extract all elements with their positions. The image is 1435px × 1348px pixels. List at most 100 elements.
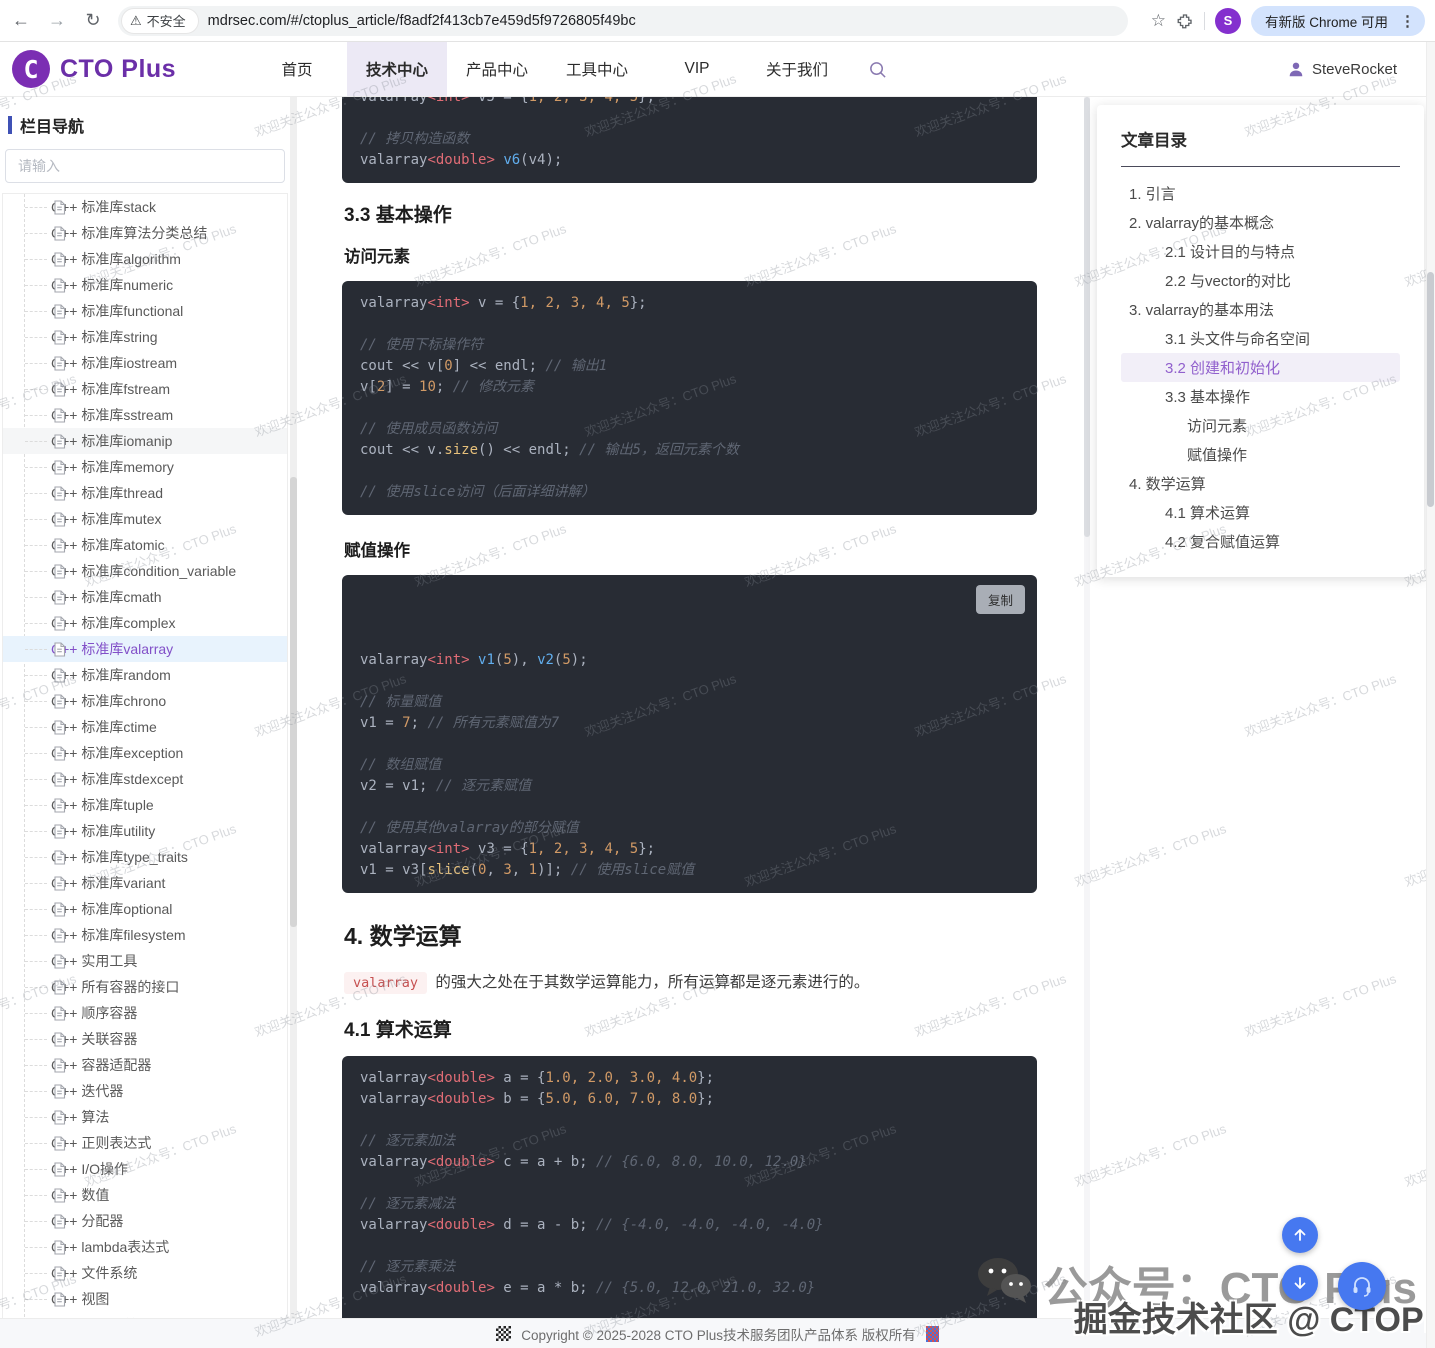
sidebar-item[interactable]: C++ 标准库condition_variable: [3, 558, 287, 584]
sidebar-item[interactable]: C++ 容器适配器: [3, 1052, 287, 1078]
nav-item-产品中心[interactable]: 产品中心: [447, 42, 547, 96]
back-icon[interactable]: ←: [6, 6, 36, 36]
sidebar-item[interactable]: C++ 标准库variant: [3, 870, 287, 896]
sidebar-item[interactable]: C++ 标准库utility: [3, 818, 287, 844]
sidebar-item[interactable]: C++ 标准库numeric: [3, 272, 287, 298]
profile-avatar[interactable]: S: [1215, 8, 1241, 34]
site-logo[interactable]: C CTO Plus: [12, 50, 222, 88]
nav-item-首页[interactable]: 首页: [247, 42, 347, 96]
toc-item[interactable]: 3. valarray的基本用法: [1121, 295, 1400, 324]
sidebar-item[interactable]: C++ 标准库exception: [3, 740, 287, 766]
toc-item[interactable]: 2.1 设计目的与特点: [1121, 237, 1400, 266]
url-text[interactable]: mdrsec.com/#/ctoplus_article/f8adf2f413c…: [208, 13, 636, 29]
sidebar-scrollbar-thumb[interactable]: [290, 477, 297, 927]
sidebar-item[interactable]: C++ 所有容器的接口: [3, 974, 287, 1000]
copy-code-button[interactable]: 复制: [976, 585, 1025, 614]
sidebar-item[interactable]: C++ 标准库chrono: [3, 688, 287, 714]
nav-item-技术中心[interactable]: 技术中心: [347, 42, 447, 96]
sidebar-item[interactable]: C++ 算法: [3, 1104, 287, 1130]
sidebar-item[interactable]: C++ 标准库functional: [3, 298, 287, 324]
toc-item[interactable]: 3.1 头文件与命名空间: [1121, 324, 1400, 353]
sidebar-item[interactable]: C++ 标准库random: [3, 662, 287, 688]
article-scrollbar-thumb[interactable]: [1084, 97, 1090, 537]
sidebar-item[interactable]: C++ 迭代器: [3, 1078, 287, 1104]
title-accent-bar: [8, 116, 12, 134]
chrome-update-chip[interactable]: 有新版 Chrome 可用 ⋮: [1251, 6, 1425, 36]
document-icon: [53, 1006, 66, 1024]
toc-item[interactable]: 4. 数学运算: [1121, 469, 1400, 498]
article-scrollbar[interactable]: [1084, 97, 1090, 1318]
headset-icon: [1350, 1274, 1374, 1298]
sidebar-search-input[interactable]: [5, 149, 285, 183]
page-scrollbar-thumb[interactable]: [1427, 272, 1434, 507]
nav-item-关于我们[interactable]: 关于我们: [747, 42, 847, 96]
toc-item[interactable]: 2.2 与vector的对比: [1121, 266, 1400, 295]
sidebar-item[interactable]: C++ lambda表达式: [3, 1234, 287, 1260]
document-icon: [53, 278, 66, 296]
sidebar-item[interactable]: C++ 标准库atomic: [3, 532, 287, 558]
header-search-button[interactable]: [847, 60, 907, 79]
sidebar-item[interactable]: C++ 文件系统: [3, 1260, 287, 1286]
sidebar-item[interactable]: C++ 标准库fstream: [3, 376, 287, 402]
sidebar-item[interactable]: C++ 数值: [3, 1182, 287, 1208]
sidebar-item[interactable]: C++ 标准库memory: [3, 454, 287, 480]
sidebar-item[interactable]: C++ 分配器: [3, 1208, 287, 1234]
arrow-down-icon: [1292, 1275, 1308, 1291]
sidebar-item[interactable]: C++ 标准库filesystem: [3, 922, 287, 948]
sidebar-item[interactable]: C++ 标准库complex: [3, 610, 287, 636]
sidebar-item[interactable]: C++ 标准库stack: [3, 194, 287, 220]
sidebar-item[interactable]: C++ 标准库algorithm: [3, 246, 287, 272]
toc-item[interactable]: 4.1 算术运算: [1121, 498, 1400, 527]
toc-item[interactable]: 2. valarray的基本概念: [1121, 208, 1400, 237]
code-line: v[2] = 10; // 修改元素: [360, 377, 1019, 398]
sidebar-item[interactable]: C++ 标准库type_traits: [3, 844, 287, 870]
bookmark-star-icon[interactable]: ☆: [1151, 11, 1166, 31]
sidebar-item[interactable]: C++ 标准库算法分类总结: [3, 220, 287, 246]
pixel-badge-icon: [926, 1326, 939, 1342]
sidebar-item[interactable]: C++ 标准库sstream: [3, 402, 287, 428]
toc-item[interactable]: 访问元素: [1121, 411, 1400, 440]
sidebar-item[interactable]: C++ I/O操作: [3, 1156, 287, 1182]
toc-item[interactable]: 3.2 创建和初始化: [1121, 353, 1400, 382]
sidebar-item[interactable]: C++ 实用工具: [3, 948, 287, 974]
toc-item[interactable]: 4.2 复合赋值运算: [1121, 527, 1400, 556]
sidebar-item[interactable]: C++ 标准库thread: [3, 480, 287, 506]
sidebar-item[interactable]: C++ 顺序容器: [3, 1000, 287, 1026]
sidebar-item[interactable]: C++ 标准库iomanip: [3, 428, 287, 454]
sidebar-item[interactable]: C++ 标准库ctime: [3, 714, 287, 740]
extensions-icon[interactable]: [1176, 12, 1194, 30]
scroll-to-top-button[interactable]: [1282, 1217, 1318, 1253]
sidebar-item[interactable]: C++ 标准库optional: [3, 896, 287, 922]
toc-item[interactable]: 3.3 基本操作: [1121, 382, 1400, 411]
sidebar-item[interactable]: C++ 标准库stdexcept: [3, 766, 287, 792]
toc-item[interactable]: 赋值操作: [1121, 440, 1400, 469]
sidebar-item[interactable]: C++ 标准库tuple: [3, 792, 287, 818]
logo-text: CTO Plus: [60, 55, 176, 84]
sidebar-item[interactable]: C++ 关联容器: [3, 1026, 287, 1052]
sidebar-item-label: C++ 标准库optional: [51, 899, 172, 919]
menu-kebab-icon[interactable]: ⋮: [1396, 12, 1419, 30]
security-chip[interactable]: ⚠ 不安全: [122, 9, 198, 33]
user-account[interactable]: SteveRocket: [1287, 60, 1397, 78]
sidebar-item[interactable]: C++ 标准库string: [3, 324, 287, 350]
document-icon: [53, 876, 66, 894]
sidebar-item[interactable]: C++ 正则表达式: [3, 1130, 287, 1156]
sidebar-item[interactable]: C++ 标准库valarray: [3, 636, 287, 662]
sidebar-item-label: C++ 标准库valarray: [51, 639, 173, 659]
sidebar-item-label: C++ 标准库iomanip: [51, 431, 172, 451]
sidebar-item-label: C++ 所有容器的接口: [51, 977, 179, 997]
sidebar-item[interactable]: C++ 标准库iostream: [3, 350, 287, 376]
customer-service-button[interactable]: [1338, 1262, 1386, 1310]
refresh-icon[interactable]: ↻: [78, 6, 108, 36]
sidebar-item[interactable]: C++ 标准库mutex: [3, 506, 287, 532]
page-scrollbar[interactable]: [1426, 42, 1435, 1348]
address-bar[interactable]: ⚠ 不安全 mdrsec.com/#/ctoplus_article/f8adf…: [118, 6, 1128, 36]
sidebar-item[interactable]: C++ 标准库cmath: [3, 584, 287, 610]
nav-item-工具中心[interactable]: 工具中心: [547, 42, 647, 96]
forward-icon[interactable]: →: [42, 6, 72, 36]
sidebar-item[interactable]: C++ 视图: [3, 1286, 287, 1312]
scroll-to-bottom-button[interactable]: [1282, 1265, 1318, 1301]
toc-item[interactable]: 1. 引言: [1121, 179, 1400, 208]
sidebar-scrollbar[interactable]: [290, 97, 297, 1318]
nav-item-VIP[interactable]: VIP: [647, 42, 747, 96]
